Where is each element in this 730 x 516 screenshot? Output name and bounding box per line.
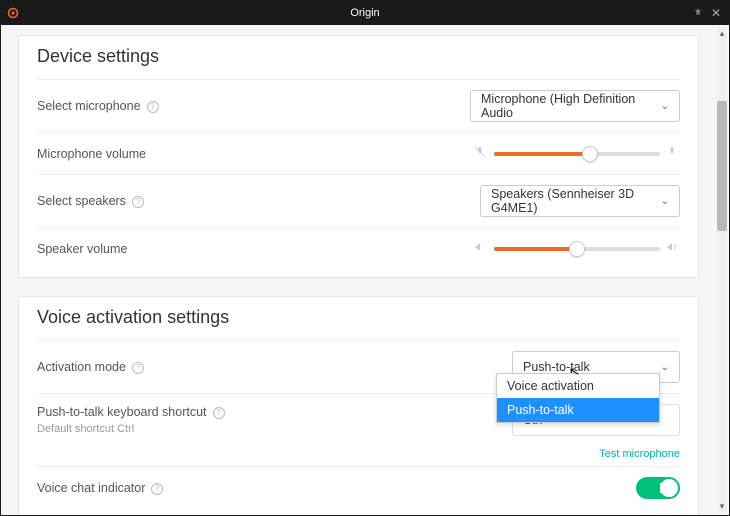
chevron-down-icon: ⌄ xyxy=(661,101,669,112)
microphone-volume-slider[interactable] xyxy=(474,146,680,161)
speaker-volume-label: Speaker volume xyxy=(37,242,474,256)
voice-chat-indicator-row: Voice chat indicator? xyxy=(37,466,680,509)
scroll-down-icon[interactable]: ▾ xyxy=(717,500,727,512)
microphone-select-value: Microphone (High Definition Audio xyxy=(481,92,651,120)
volume-low-icon xyxy=(474,241,488,256)
content-area: Device settings Select microphone? Micro… xyxy=(2,25,715,514)
help-icon[interactable]: ? xyxy=(132,362,144,374)
speakers-select-value: Speakers (Sennheiser 3D G4ME1) xyxy=(491,187,651,215)
voice-chat-indicator-label: Voice chat indicator? xyxy=(37,481,636,495)
slider-fill xyxy=(494,152,590,156)
slider-track xyxy=(494,152,660,156)
voice-activation-heading: Voice activation settings xyxy=(37,307,680,328)
slider-thumb[interactable] xyxy=(569,241,585,257)
select-microphone-row: Select microphone? Microphone (High Defi… xyxy=(37,79,680,132)
slider-fill xyxy=(494,247,577,251)
select-microphone-label: Select microphone? xyxy=(37,99,470,113)
app-window: Origin ✕ ▴ ▾ Device settings Select micr… xyxy=(0,0,730,516)
speaker-volume-slider[interactable] xyxy=(474,241,680,256)
title-bar: Origin ✕ xyxy=(1,1,729,25)
microphone-volume-row: Microphone volume xyxy=(37,132,680,174)
help-icon[interactable]: ? xyxy=(132,196,144,208)
scrollbar-track[interactable] xyxy=(717,27,727,512)
activation-mode-label: Activation mode? xyxy=(37,360,512,374)
help-icon[interactable]: ? xyxy=(147,101,159,113)
test-microphone-link[interactable]: Test microphone xyxy=(599,448,680,460)
voice-chat-indicator-toggle[interactable] xyxy=(636,477,680,499)
mic-muted-icon xyxy=(474,146,488,161)
window-title: Origin xyxy=(350,7,379,19)
pin-icon[interactable] xyxy=(689,6,707,20)
push-to-talk-sub: Default shortcut Ctrl xyxy=(37,423,512,435)
chevron-down-icon: ⌄ xyxy=(661,196,669,207)
toggle-knob xyxy=(660,479,678,497)
volume-high-icon xyxy=(666,241,680,256)
select-speakers-row: Select speakers? Speakers (Sennheiser 3D… xyxy=(37,174,680,227)
help-icon[interactable]: ? xyxy=(213,407,225,419)
mic-icon xyxy=(666,146,680,161)
push-to-talk-label: Push-to-talk keyboard shortcut? xyxy=(37,405,512,419)
activation-mode-dropdown[interactable]: Voice activation Push-to-talk xyxy=(496,373,660,423)
device-settings-heading: Device settings xyxy=(37,46,680,67)
chevron-down-icon: ⌄ xyxy=(661,362,669,373)
slider-track xyxy=(494,247,660,251)
origin-logo-icon xyxy=(7,7,19,19)
speakers-select[interactable]: Speakers (Sennheiser 3D G4ME1) ⌄ xyxy=(480,185,680,217)
microphone-select[interactable]: Microphone (High Definition Audio ⌄ xyxy=(470,90,680,122)
slider-thumb[interactable] xyxy=(582,146,598,162)
test-microphone-row: Test microphone xyxy=(37,446,680,466)
voice-activation-card: Voice activation settings Activation mod… xyxy=(18,296,699,514)
scrollbar-thumb[interactable] xyxy=(717,101,727,231)
close-icon[interactable]: ✕ xyxy=(707,6,725,20)
help-icon[interactable]: ? xyxy=(151,483,163,495)
speaker-volume-row: Speaker volume xyxy=(37,227,680,269)
scroll-up-icon[interactable]: ▴ xyxy=(717,27,727,39)
microphone-volume-label: Microphone volume xyxy=(37,147,474,161)
dropdown-option-push-to-talk[interactable]: Push-to-talk xyxy=(497,398,659,422)
select-speakers-label: Select speakers? xyxy=(37,194,480,208)
device-settings-card: Device settings Select microphone? Micro… xyxy=(18,35,699,278)
